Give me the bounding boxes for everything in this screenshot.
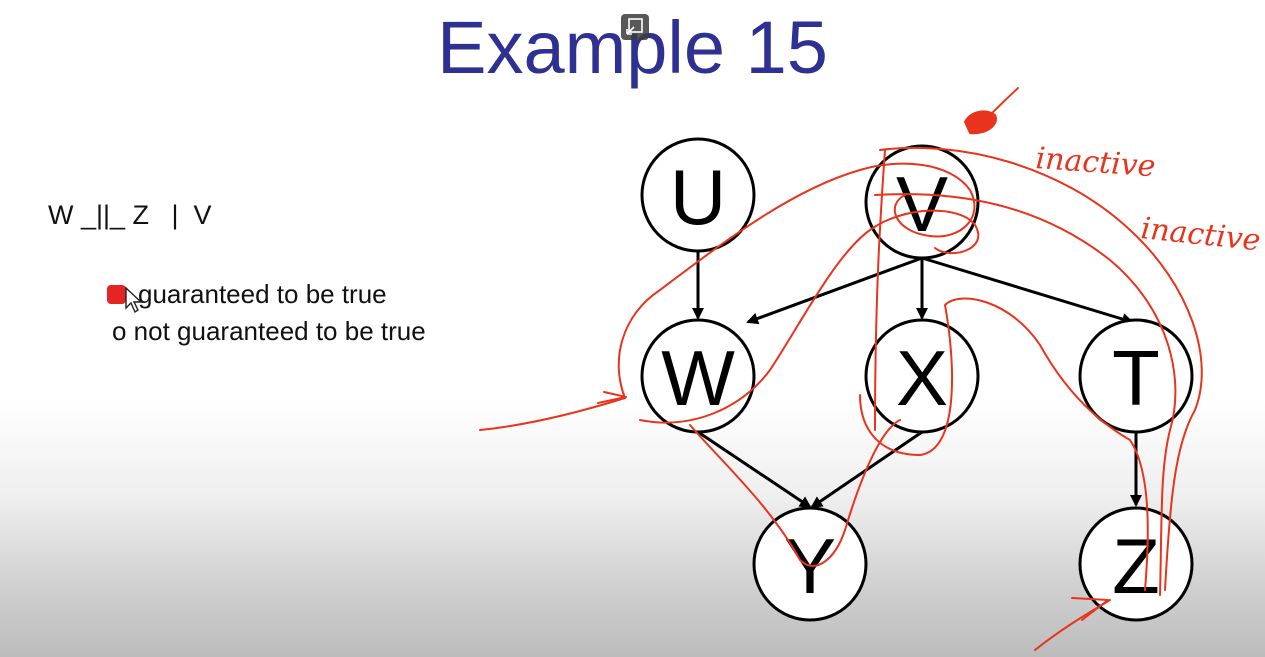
ink-label-inactive-2: inactive xyxy=(1139,211,1262,258)
bayes-net-diagram: U V W X T Y Z inactive inactive xyxy=(479,87,1262,651)
node-w: W xyxy=(640,318,756,434)
svg-text:X: X xyxy=(896,334,948,422)
node-y: Y xyxy=(752,506,868,622)
node-v: V xyxy=(864,144,980,260)
svg-text:U: U xyxy=(670,153,726,241)
edge-v-t xyxy=(921,256,1134,325)
svg-text:Z: Z xyxy=(1112,522,1160,610)
node-x: X xyxy=(864,318,980,434)
node-z: Z xyxy=(1078,506,1194,622)
svg-text:T: T xyxy=(1112,334,1160,422)
